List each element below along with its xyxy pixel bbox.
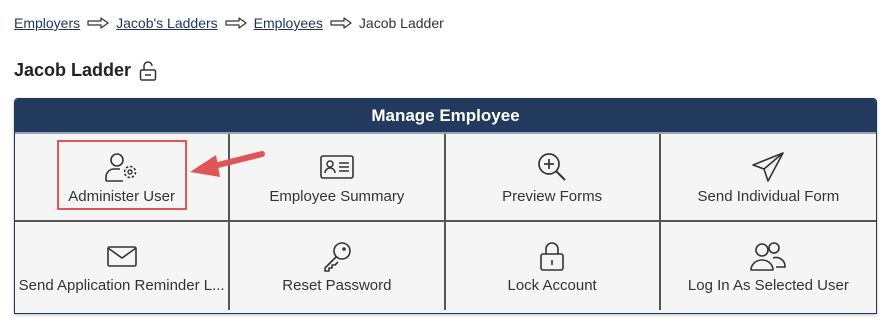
envelope-icon	[105, 239, 139, 273]
reset-password-button[interactable]: Reset Password	[230, 222, 446, 310]
administer-user-button[interactable]: Administer User	[15, 134, 231, 222]
send-application-reminder-button[interactable]: Send Application Reminder L...	[15, 222, 231, 310]
lock-account-button[interactable]: Lock Account	[445, 222, 661, 310]
breadcrumb-link-employers[interactable]: Employers	[14, 15, 80, 31]
action-grid: Administer User Employee Summary Preview…	[15, 134, 876, 310]
id-card-icon	[319, 150, 355, 184]
breadcrumb-link-jacobs-ladders[interactable]: Jacob's Ladders	[116, 15, 218, 31]
users-icon	[749, 239, 787, 273]
right-arrow-icon	[330, 17, 352, 29]
tile-label: Send Application Reminder L...	[18, 276, 225, 294]
paper-plane-icon	[751, 150, 785, 184]
key-icon	[321, 239, 353, 273]
preview-forms-button[interactable]: Preview Forms	[445, 134, 661, 222]
breadcrumb-link-employees[interactable]: Employees	[254, 15, 323, 31]
panel-header: Manage Employee	[15, 99, 876, 134]
breadcrumb-current: Jacob Ladder	[358, 15, 444, 31]
padlock-icon	[538, 239, 566, 273]
breadcrumb: Employers Jacob's Ladders Employees Jaco…	[14, 14, 444, 32]
unlocked-padlock-icon[interactable]	[139, 60, 157, 81]
tile-label: Administer User	[68, 187, 175, 205]
user-gear-icon	[104, 150, 140, 184]
tile-label: Send Individual Form	[697, 187, 840, 205]
zoom-in-icon	[536, 150, 568, 184]
tile-label: Log In As Selected User	[687, 276, 849, 294]
right-arrow-icon	[225, 17, 247, 29]
tile-label: Lock Account	[507, 276, 597, 294]
send-individual-form-button[interactable]: Send Individual Form	[660, 134, 876, 222]
employee-summary-button[interactable]: Employee Summary	[230, 134, 446, 222]
right-arrow-icon	[87, 17, 109, 29]
page-title-row: Jacob Ladder	[14, 60, 157, 81]
tile-label: Preview Forms	[502, 187, 603, 205]
log-in-as-selected-user-button[interactable]: Log In As Selected User	[660, 222, 876, 310]
tile-label: Employee Summary	[269, 187, 405, 205]
tile-label: Reset Password	[282, 276, 392, 294]
manage-employee-panel: Manage Employee Administer User Employee…	[14, 98, 877, 314]
page-title: Jacob Ladder	[14, 60, 132, 80]
